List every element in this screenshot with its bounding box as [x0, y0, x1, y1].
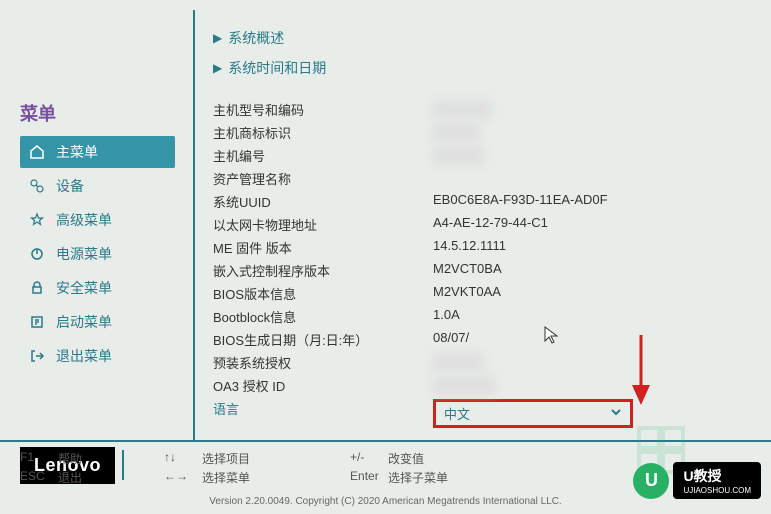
info-label: Bootblock信息: [213, 307, 433, 326]
menu-label: 电源菜单: [56, 244, 112, 264]
language-select[interactable]: 中文: [433, 399, 633, 428]
menu-label: 高级菜单: [56, 210, 112, 230]
vertical-divider: [193, 10, 195, 440]
sidebar-title: 菜单: [20, 100, 175, 126]
footer-nav: ←→选择菜单: [164, 469, 250, 486]
info-label: 嵌入式控制程序版本: [213, 261, 433, 280]
star-icon: [28, 211, 46, 229]
info-label: ME 固件 版本: [213, 238, 433, 257]
menu-label: 设备: [56, 176, 84, 196]
menu-item-devices[interactable]: 设备: [20, 170, 175, 202]
info-row: Bootblock信息1.0A: [213, 307, 751, 326]
menu-list: 主菜单 设备 高级菜单 电源菜单: [20, 136, 175, 372]
info-value: [433, 146, 484, 165]
footer-select: Enter选择子菜单: [350, 469, 448, 486]
info-value: 08/07/: [433, 330, 469, 349]
footer-col: F1帮助 ESC退出: [20, 450, 82, 486]
menu-item-boot[interactable]: 启动菜单: [20, 306, 175, 338]
info-label: OA3 授权 ID: [213, 376, 433, 395]
menu-label: 主菜单: [56, 142, 98, 162]
footer-help: F1帮助: [20, 450, 82, 467]
section-overview[interactable]: ▶ 系统概述: [213, 28, 751, 48]
footer-col: ↑↓选择项目 ←→选择菜单: [164, 450, 250, 486]
info-value: A4-AE-12-79-44-C1: [433, 215, 548, 234]
footer-col: +/-改变值 Enter选择子菜单: [350, 450, 448, 486]
info-label: 主机商标标识: [213, 123, 433, 142]
section-label: 系统概述: [228, 28, 284, 48]
info-value: M2VKT0AA: [433, 284, 501, 303]
footer-exit: ESC退出: [20, 469, 82, 486]
info-row: BIOS生成日期（月:日:年）08/07/: [213, 330, 751, 349]
watermark-text: U教授 UJIAOSHOU.COM: [673, 462, 761, 499]
info-value: 14.5.12.1111: [433, 238, 506, 257]
info-label: BIOS版本信息: [213, 284, 433, 303]
menu-item-main[interactable]: 主菜单: [20, 136, 175, 168]
boot-icon: [28, 313, 46, 331]
language-value: 中文: [444, 404, 470, 423]
info-label: BIOS生成日期（月:日:年）: [213, 330, 433, 349]
lock-icon: [28, 279, 46, 297]
info-grid: 主机型号和编码 主机商标标识 主机编号 资产管理名称 系统UUIDEB0C6E8…: [213, 100, 751, 428]
info-row: 资产管理名称: [213, 169, 751, 188]
section-datetime[interactable]: ▶ 系统时间和日期: [213, 58, 751, 78]
language-label: 语言: [213, 399, 433, 428]
info-row: 主机型号和编码: [213, 100, 751, 119]
home-icon: [28, 143, 46, 161]
watermark-badge: U: [633, 463, 669, 499]
info-row: BIOS版本信息M2VKT0AA: [213, 284, 751, 303]
chevron-right-icon: ▶: [213, 61, 222, 75]
info-row: OA3 授权 ID: [213, 376, 751, 395]
info-row: 预装系统授权: [213, 353, 751, 372]
info-row: ME 固件 版本14.5.12.1111: [213, 238, 751, 257]
watermark: U U教授 UJIAOSHOU.COM: [633, 462, 761, 499]
info-label: 以太网卡物理地址: [213, 215, 433, 234]
menu-label: 退出菜单: [56, 346, 112, 366]
info-row: 嵌入式控制程序版本M2VCT0BA: [213, 261, 751, 280]
info-value: [433, 123, 480, 142]
menu-item-power[interactable]: 电源菜单: [20, 238, 175, 270]
info-value: [433, 353, 484, 372]
menu-item-security[interactable]: 安全菜单: [20, 272, 175, 304]
chevron-right-icon: ▶: [213, 31, 222, 45]
info-label: 主机型号和编码: [213, 100, 433, 119]
info-label: 资产管理名称: [213, 169, 433, 188]
info-label: 预装系统授权: [213, 353, 433, 372]
footer-change: +/-改变值: [350, 450, 448, 467]
info-value: EB0C6E8A-F93D-11EA-AD0F: [433, 192, 608, 211]
chevron-down-icon: [610, 406, 622, 421]
power-icon: [28, 245, 46, 263]
menu-label: 启动菜单: [56, 312, 112, 332]
info-value: 1.0A: [433, 307, 460, 326]
info-label: 系统UUID: [213, 192, 433, 211]
info-row: 以太网卡物理地址A4-AE-12-79-44-C1: [213, 215, 751, 234]
info-value: [433, 376, 495, 395]
menu-item-exit[interactable]: 退出菜单: [20, 340, 175, 372]
info-value: M2VCT0BA: [433, 261, 502, 280]
info-row: 主机编号: [213, 146, 751, 165]
menu-item-advanced[interactable]: 高级菜单: [20, 204, 175, 236]
info-label: 主机编号: [213, 146, 433, 165]
info-row: 主机商标标识: [213, 123, 751, 142]
info-value: [433, 100, 491, 119]
info-row: 系统UUIDEB0C6E8A-F93D-11EA-AD0F: [213, 192, 751, 211]
devices-icon: [28, 177, 46, 195]
menu-label: 安全菜单: [56, 278, 112, 298]
footer-nav: ↑↓选择项目: [164, 450, 250, 467]
section-label: 系统时间和日期: [228, 58, 326, 78]
exit-icon: [28, 347, 46, 365]
footer-divider: [122, 450, 124, 480]
